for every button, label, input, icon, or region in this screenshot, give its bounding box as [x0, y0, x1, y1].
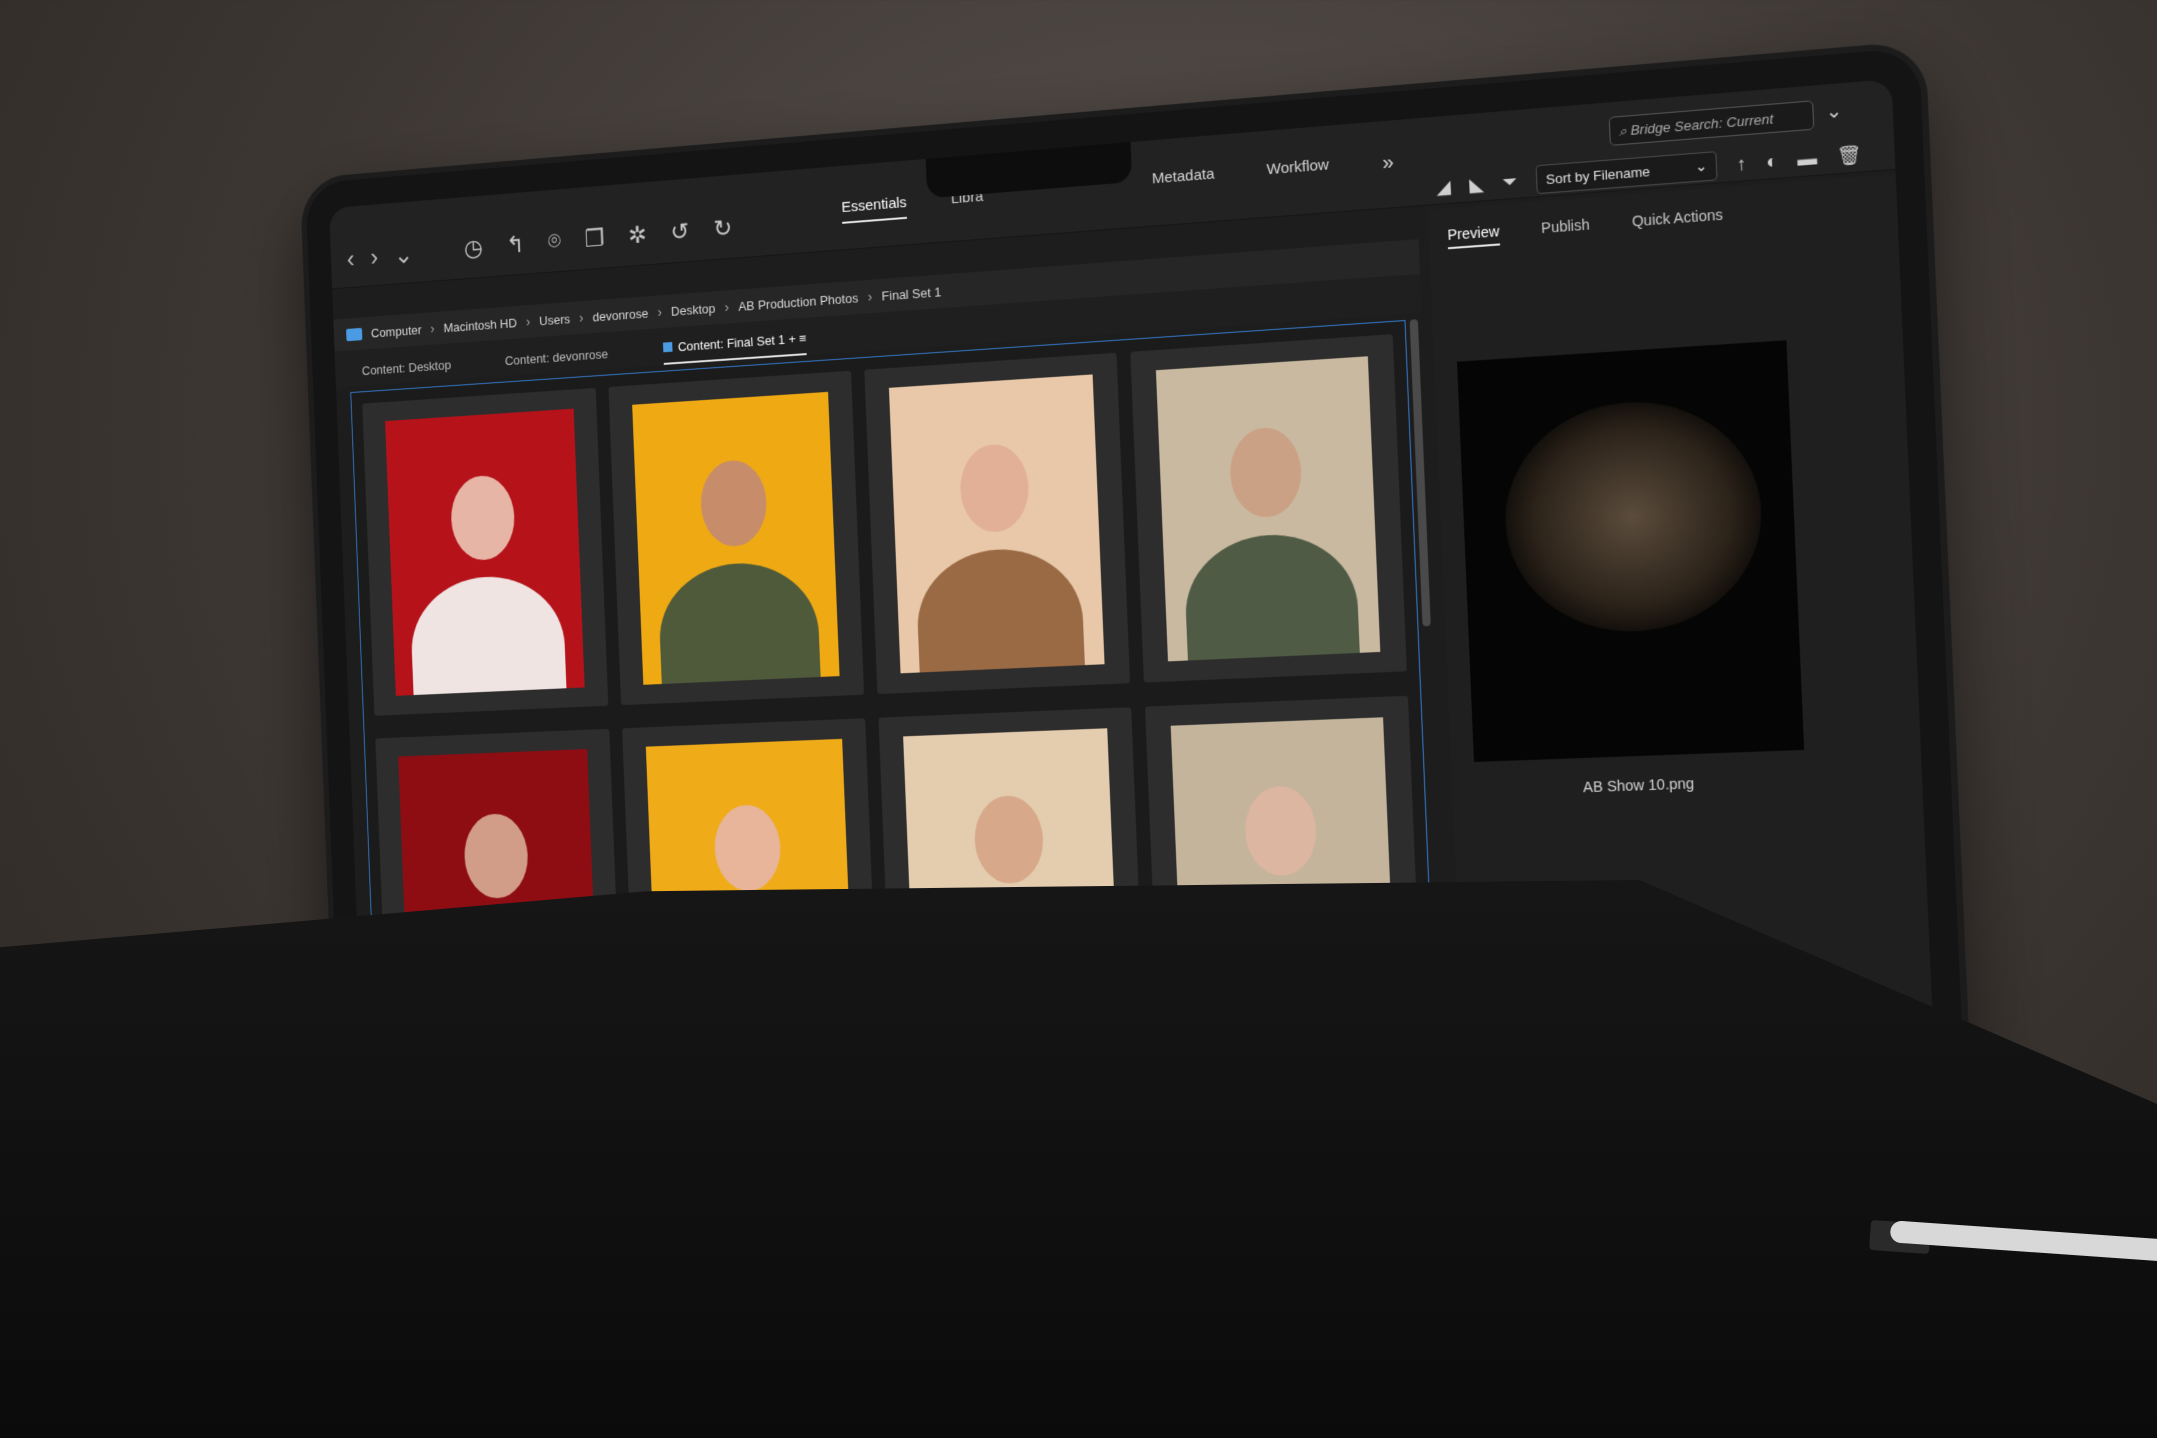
bridge-search-input[interactable]: ⌕ Bridge Search: Current [1608, 100, 1815, 146]
portrait-head [462, 812, 530, 899]
forward-icon[interactable]: › [370, 242, 379, 272]
portrait-head [958, 442, 1031, 534]
chevron-right-icon: › [724, 299, 730, 315]
rotate-right-icon[interactable]: ↻ [713, 214, 733, 244]
chevron-down-icon[interactable]: ⌄ [1825, 100, 1842, 123]
tab-workflow[interactable]: Workflow [1266, 156, 1329, 184]
menu-icon[interactable]: ≡ [799, 331, 807, 354]
folder-icon [346, 327, 363, 341]
quality-icon[interactable]: ◢ [1436, 176, 1451, 199]
breadcrumb-macintosh-hd[interactable]: Macintosh HD [443, 315, 517, 335]
thumbnail-photo [385, 408, 585, 696]
tab-content-desktop[interactable]: Content: Desktop [362, 358, 452, 386]
breadcrumb-desktop[interactable]: Desktop [671, 301, 716, 319]
chevron-right-icon: › [657, 303, 663, 320]
add-tab-icon[interactable]: + [788, 331, 796, 354]
sort-label: Sort by Filename [1545, 163, 1651, 188]
thumbnail-photo [1155, 356, 1381, 662]
scene: ‹ › ⌄ ◷ ↰ ⌾ ❐ ✲ ↺ ↻ Essentials Libra Met… [0, 0, 2157, 1438]
filter-icon[interactable]: ⏷ [1502, 170, 1518, 193]
copy-icon[interactable]: ❐ [584, 224, 605, 253]
portrait-torso [409, 572, 568, 696]
tool-icons: ◷ ↰ ⌾ ❐ ✲ ↺ ↻ [463, 214, 733, 263]
preview-filename: AB Show 10.png [1582, 774, 1695, 796]
rating-icon[interactable]: ◣ [1469, 173, 1484, 196]
tab-content-final-set-1-wrap[interactable]: Content: Final Set 1 + ≡ [662, 330, 807, 365]
breadcrumb-users[interactable]: Users [539, 311, 570, 328]
portrait-torso [657, 559, 822, 685]
new-folder-icon[interactable]: ▬ [1797, 147, 1818, 171]
thumbnail-cell[interactable] [362, 387, 609, 716]
history-icon[interactable]: ◷ [463, 234, 484, 263]
folder-icon [662, 341, 673, 353]
portrait-torso [914, 545, 1087, 674]
preview-spotlight [1500, 394, 1767, 637]
open-recent-icon[interactable]: ◐ [1765, 150, 1778, 173]
back-icon[interactable]: ‹ [346, 244, 355, 274]
portrait-head [973, 794, 1045, 885]
right-workspace-tabs: Metadata Workflow » [1152, 151, 1395, 194]
thumbnail-photo [632, 391, 840, 685]
portrait-head [713, 803, 783, 892]
search-icon: ⌕ [1618, 122, 1631, 139]
chevron-right-icon: › [578, 309, 584, 326]
search-placeholder: Bridge Search: Current [1630, 110, 1774, 139]
portrait-torso [1182, 530, 1362, 662]
thumbnail-cell[interactable] [1130, 334, 1407, 683]
portrait-head [1228, 425, 1303, 519]
breadcrumb-ab-production-photos[interactable]: AB Production Photos [738, 290, 858, 313]
tab-essentials[interactable]: Essentials [841, 194, 908, 224]
chevron-down-icon: ⌄ [1694, 157, 1708, 175]
thumbnail-cell[interactable] [608, 370, 865, 706]
nav-buttons: ‹ › ⌄ [346, 239, 414, 274]
refine-icon[interactable]: ✲ [628, 221, 648, 250]
chevron-right-icon: › [867, 288, 873, 305]
portrait-head [699, 458, 769, 548]
tab-preview[interactable]: Preview [1447, 222, 1500, 250]
chevron-right-icon: › [430, 320, 435, 337]
breadcrumb-final-set-1[interactable]: Final Set 1 [881, 284, 941, 303]
camera-icon[interactable]: ⌾ [547, 228, 561, 257]
breadcrumb-devonrose[interactable]: devonrose [592, 305, 648, 324]
thumbnail-cell[interactable] [864, 352, 1131, 695]
portrait-head [1243, 784, 1319, 877]
sort-ascending-icon[interactable]: ↑ [1736, 152, 1747, 175]
panel-tabs: Preview Publish Quick Actions [1447, 206, 1724, 250]
portrait-head [449, 473, 516, 562]
preview-image[interactable] [1457, 340, 1805, 763]
tab-metadata[interactable]: Metadata [1152, 165, 1215, 193]
tab-quick-actions[interactable]: Quick Actions [1632, 206, 1724, 236]
tab-content-devonrose[interactable]: Content: devonrose [505, 347, 609, 376]
trash-icon[interactable]: 🗑 [1836, 143, 1862, 167]
chevron-down-icon[interactable]: ⌄ [393, 239, 413, 270]
rotate-left-icon[interactable]: ↺ [670, 217, 690, 247]
breadcrumb-computer[interactable]: Computer [371, 322, 422, 340]
boomerang-icon[interactable]: ↰ [506, 231, 525, 260]
more-tabs-icon[interactable]: » [1382, 151, 1394, 175]
tab-content-final-set-1: Content: Final Set 1 [677, 332, 786, 355]
thumbnail-photo [888, 374, 1105, 674]
chevron-right-icon: › [525, 313, 531, 330]
tab-publish[interactable]: Publish [1541, 216, 1590, 242]
